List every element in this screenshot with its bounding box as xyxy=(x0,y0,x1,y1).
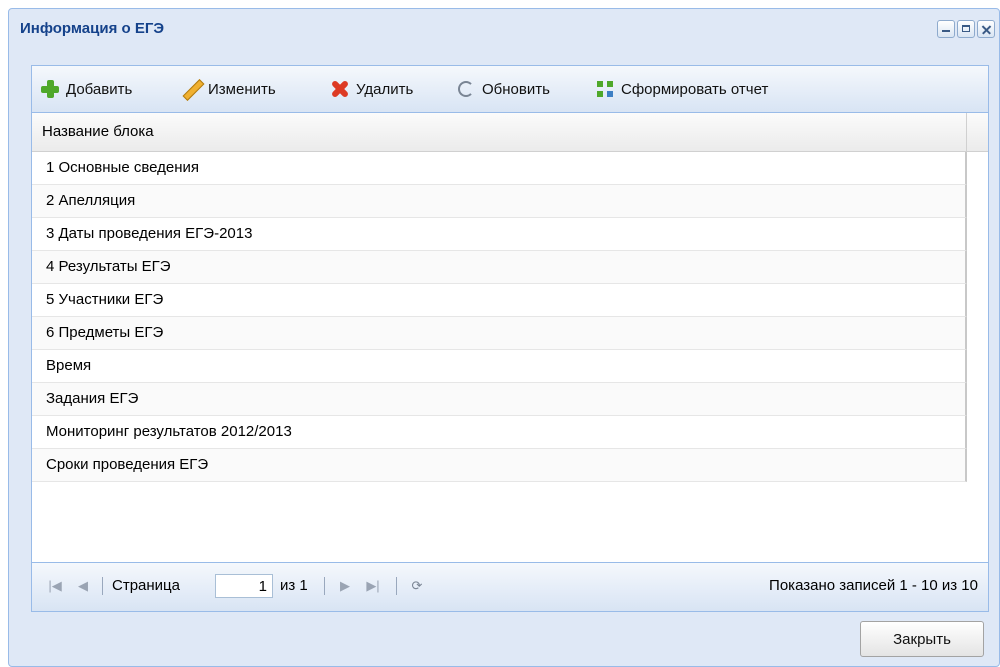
edit-button-label: Изменить xyxy=(208,80,276,98)
plus-icon xyxy=(40,79,60,99)
last-page-icon[interactable]: ▶| xyxy=(364,575,382,597)
close-icon[interactable] xyxy=(977,20,995,38)
grid-panel: Добавить Изменить Удалить Обновить Сформ… xyxy=(31,65,989,612)
row-cell: 2 Апелляция xyxy=(46,192,136,209)
pager-separator xyxy=(324,577,325,595)
window-title: Информация о ЕГЭ xyxy=(20,20,165,37)
refresh-icon xyxy=(456,79,476,99)
refresh-button-label: Обновить xyxy=(482,80,550,98)
toolbar: Добавить Изменить Удалить Обновить Сформ… xyxy=(32,66,988,113)
maximize-icon[interactable] xyxy=(957,20,975,38)
table-row[interactable]: 1 Основные сведения xyxy=(32,152,967,185)
row-cell: 4 Результаты ЕГЭ xyxy=(46,258,171,275)
page-number-input[interactable] xyxy=(215,574,273,598)
delete-button[interactable]: Удалить xyxy=(330,78,413,100)
close-button[interactable]: Закрыть xyxy=(860,621,984,657)
page-label: Страница xyxy=(112,577,180,594)
report-button[interactable]: Сформировать отчет xyxy=(595,78,768,100)
window-titlebar[interactable]: Информация о ЕГЭ xyxy=(9,9,999,49)
pager-separator xyxy=(102,577,103,595)
pager-refresh-icon[interactable]: ⟳ xyxy=(408,575,426,597)
report-icon xyxy=(595,79,615,99)
table-row[interactable]: 5 Участники ЕГЭ xyxy=(32,284,967,317)
table-row[interactable]: 6 Предметы ЕГЭ xyxy=(32,317,967,350)
grid-rows: 1 Основные сведения 2 Апелляция 3 Даты п… xyxy=(32,152,967,482)
row-cell: 1 Основные сведения xyxy=(46,159,200,176)
paging-toolbar: |◀ ◀ Страница из 1 ▶ ▶| ⟳ Показано запис… xyxy=(32,562,988,611)
window-tools xyxy=(937,20,995,38)
ege-info-window: Информация о ЕГЭ Добавить Изменить Удали… xyxy=(8,8,1000,667)
row-cell: Мониторинг результатов 2012/2013 xyxy=(46,423,292,440)
row-cell: 3 Даты проведения ЕГЭ-2013 xyxy=(46,225,253,242)
records-status: Показано записей 1 - 10 из 10 xyxy=(769,577,978,594)
minimize-icon[interactable] xyxy=(937,20,955,38)
add-button-label: Добавить xyxy=(66,80,133,98)
table-row[interactable]: 2 Апелляция xyxy=(32,185,967,218)
edit-button[interactable]: Изменить xyxy=(182,78,276,100)
table-row[interactable]: Мониторинг результатов 2012/2013 xyxy=(32,416,967,449)
row-cell: 6 Предметы ЕГЭ xyxy=(46,324,164,341)
grid-header: Название блока xyxy=(32,113,988,152)
row-cell: Задания ЕГЭ xyxy=(46,390,139,407)
row-cell: 5 Участники ЕГЭ xyxy=(46,291,164,308)
prev-page-icon[interactable]: ◀ xyxy=(74,575,92,597)
table-row[interactable]: Время xyxy=(32,350,967,383)
report-button-label: Сформировать отчет xyxy=(621,80,769,98)
table-row[interactable]: 4 Результаты ЕГЭ xyxy=(32,251,967,284)
pencil-icon xyxy=(182,79,202,99)
table-row[interactable]: Задания ЕГЭ xyxy=(32,383,967,416)
table-row[interactable]: Сроки проведения ЕГЭ xyxy=(32,449,967,482)
row-cell: Время xyxy=(46,357,92,374)
next-page-icon[interactable]: ▶ xyxy=(336,575,354,597)
cross-icon xyxy=(330,79,350,99)
pager-separator xyxy=(396,577,397,595)
column-header-block-name[interactable]: Название блока xyxy=(32,113,967,151)
first-page-icon[interactable]: |◀ xyxy=(46,575,64,597)
table-row[interactable]: 3 Даты проведения ЕГЭ-2013 xyxy=(32,218,967,251)
refresh-button[interactable]: Обновить xyxy=(456,78,550,100)
page-count-label: из 1 xyxy=(280,577,308,594)
row-cell: Сроки проведения ЕГЭ xyxy=(46,456,209,473)
add-button[interactable]: Добавить xyxy=(40,78,132,100)
delete-button-label: Удалить xyxy=(356,80,414,98)
